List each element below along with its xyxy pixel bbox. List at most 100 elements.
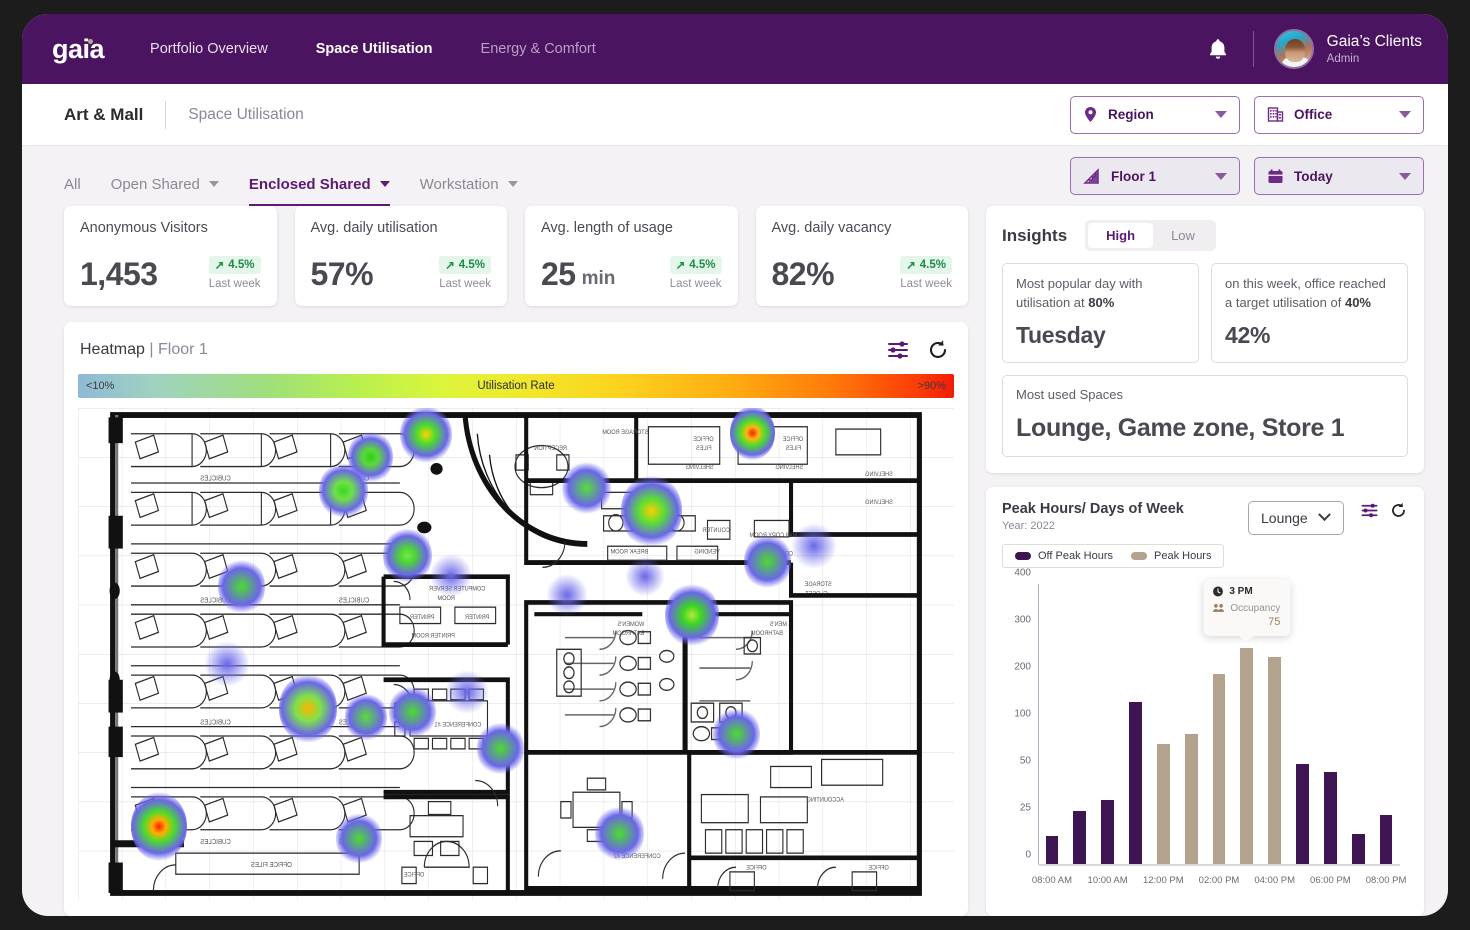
bar[interactable] <box>1212 674 1226 864</box>
svg-text:CONFERENCE #1: CONFERENCE #1 <box>434 722 481 728</box>
date-selector-label: Today <box>1294 168 1333 184</box>
peak-hours-panel: Peak Hours/ Days of Week Year: 2022 Loun… <box>986 486 1424 916</box>
tab-workstation[interactable]: Workstation <box>420 166 518 206</box>
refresh-icon[interactable] <box>926 338 950 362</box>
svg-text:SHELVING: SHELVING <box>865 472 893 478</box>
x-axis-tick: 06:00 PM <box>1310 875 1351 886</box>
x-axis-tick: 08:00 AM <box>1031 875 1072 886</box>
legend-low-label: <10% <box>86 380 115 392</box>
chart-plot-area[interactable]: 0 25 50 100 200 300 400 08:00 AM 10:00 AM 12:00 … <box>1002 567 1408 900</box>
tab-enclosed-shared[interactable]: Enclosed Shared <box>248 166 390 206</box>
insight-caption-text: Most popular day with utilisation at <box>1016 276 1143 310</box>
breadcrumb-site[interactable]: Art & Mall <box>64 105 143 125</box>
insights-header: Insights High Low <box>1002 220 1408 251</box>
date-selector[interactable]: Today <box>1254 157 1424 195</box>
office-selector[interactable]: Office <box>1254 95 1424 134</box>
floorplan-drawing: CUBICLES CUBICLES CUBICLES CUBICLES CUBI… <box>78 408 954 900</box>
people-icon <box>1212 603 1224 613</box>
bar[interactable] <box>1156 743 1170 864</box>
insight-caption-bold: 80% <box>1088 294 1115 310</box>
tooltip-metric-row: Occupancy <box>1212 603 1280 614</box>
x-axis-tick: 12:00 PM <box>1142 875 1184 886</box>
bar[interactable] <box>1351 834 1365 864</box>
y-axis-tick: 50 <box>1019 755 1031 767</box>
svg-text:PRINTER ROOM: PRINTER ROOM <box>411 633 454 639</box>
insight-value: Tuesday <box>1016 321 1106 348</box>
svg-text:STORAGE ROOM: STORAGE ROOM <box>602 430 648 436</box>
svg-text:CUBICLES: CUBICLES <box>200 597 231 604</box>
bar[interactable] <box>1268 656 1282 864</box>
insight-card-popular-day: Most popular day with utilisation at 80%… <box>1002 263 1199 363</box>
sliders-icon[interactable] <box>886 338 910 362</box>
svg-text:RECEPTION: RECEPTION <box>534 446 567 452</box>
bar[interactable] <box>1073 811 1087 864</box>
chart-title: Peak Hours/ Days of Week <box>1002 500 1184 517</box>
tab-open-shared[interactable]: Open Shared <box>111 166 219 206</box>
legend-item-off-peak: Off Peak Hours <box>1015 550 1113 562</box>
svg-text:WOMEN'S: WOMEN'S <box>618 622 645 628</box>
kpi-delta-badge: ↗ 4.5% <box>669 256 722 274</box>
sliders-icon[interactable] <box>1360 501 1379 520</box>
region-selector[interactable]: Region <box>1070 95 1240 134</box>
insight-value: 42% <box>1225 321 1271 348</box>
gaia-logo[interactable]: gaia <box>52 33 105 65</box>
user-menu[interactable]: Gaia’s Clients Admin <box>1273 29 1422 69</box>
chevron-down-icon <box>1399 111 1411 118</box>
svg-text:STORAGE: STORAGE <box>805 582 832 588</box>
legend-label: Peak Hours <box>1154 549 1212 562</box>
x-axis-line <box>1038 864 1400 866</box>
bar[interactable] <box>1101 800 1114 864</box>
legend-mid-label: Utilisation Rate <box>477 380 555 392</box>
insight-caption: Most used Spaces <box>1016 386 1123 402</box>
floorplan-heatmap[interactable]: CUBICLES CUBICLES CUBICLES CUBICLES CUBI… <box>78 408 954 900</box>
x-axis-tick: 08:00 PM <box>1365 875 1407 886</box>
y-axis-tick: 200 <box>1014 661 1031 673</box>
tab-workstation-label: Workstation <box>419 175 499 193</box>
legend-swatch <box>1015 551 1031 560</box>
nav-link-space-utilisation[interactable]: Space Utilisation <box>316 41 433 57</box>
insight-card-target-utilisation: on this week, office reached a target ut… <box>1211 263 1408 363</box>
top-navigation-bar: gaia Portfolio Overview Space Utilisatio… <box>22 14 1448 84</box>
insights-segment-high[interactable]: High <box>1088 223 1154 248</box>
x-axis-tick: 02:00 PM <box>1198 875 1240 886</box>
bar[interactable] <box>1184 734 1198 864</box>
nav-link-energy-comfort[interactable]: Energy & Comfort <box>481 41 596 57</box>
tooltip-tail <box>1238 634 1255 643</box>
bar[interactable] <box>1240 648 1254 864</box>
space-select[interactable]: Lounge <box>1248 500 1344 535</box>
svg-text:FILES: FILES <box>786 446 802 452</box>
nav-link-portfolio-overview[interactable]: Portfolio Overview <box>150 41 268 57</box>
logo-text: gaia <box>52 33 105 64</box>
kpi-value: 25 <box>541 256 576 292</box>
office-selector-label: Office <box>1294 107 1333 122</box>
svg-text:OFFICE: OFFICE <box>404 872 424 878</box>
bar[interactable] <box>1296 764 1309 864</box>
kpi-unit: min <box>581 268 616 289</box>
y-axis-line <box>1038 583 1039 866</box>
bar[interactable] <box>1129 702 1142 864</box>
insights-segment-low[interactable]: Low <box>1153 223 1213 248</box>
kpi-card-avg-daily-utilisation: Avg. daily utilisation 57% ↗ 4.5% Last w… <box>294 206 507 306</box>
chart-tooltip: 3 PM Occupancy 75 <box>1203 578 1291 643</box>
trend-up-icon: ↗ <box>445 260 455 272</box>
bar[interactable] <box>1045 835 1059 864</box>
floor-selector[interactable]: Floor 1 <box>1070 157 1240 195</box>
svg-text:CUBICLES: CUBICLES <box>338 475 369 482</box>
bar[interactable] <box>1323 771 1337 864</box>
refresh-icon[interactable] <box>1389 501 1408 520</box>
kpi-title: Anonymous Visitors <box>80 220 208 236</box>
trend-up-icon: ↗ <box>214 260 225 272</box>
tab-all[interactable]: All <box>64 166 81 206</box>
svg-text:BREAK ROOM: BREAK ROOM <box>611 549 649 555</box>
heatmap-title-main: Heatmap <box>80 341 145 358</box>
insight-caption-bold: 40% <box>1344 294 1371 310</box>
heatmap-title: Heatmap | Floor 1 <box>80 341 208 359</box>
svg-text:VENDING: VENDING <box>694 549 720 555</box>
y-axis-tick: 0 <box>1025 849 1031 861</box>
insights-segmented-control: High Low <box>1085 220 1216 251</box>
bar[interactable] <box>1379 815 1393 864</box>
notifications-bell-icon[interactable] <box>1205 36 1231 62</box>
chevron-down-icon <box>208 181 219 187</box>
svg-text:OFFICE: OFFICE <box>868 865 888 871</box>
svg-text:CUBICLES: CUBICLES <box>338 719 369 726</box>
